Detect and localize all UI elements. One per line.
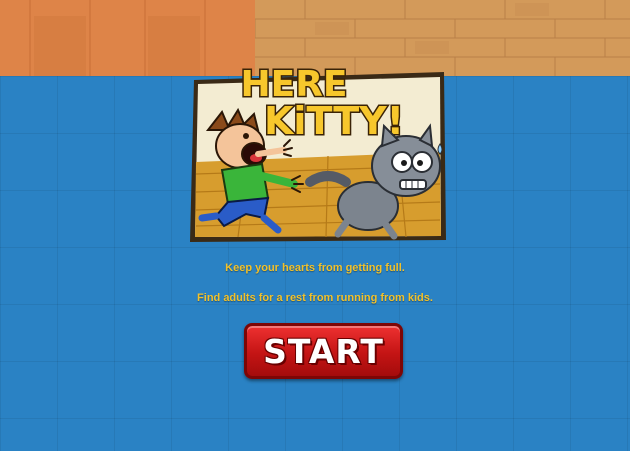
game-screen: HERE KiTTY! Keep your hearts from gettin… bbox=[0, 0, 630, 451]
start-button[interactable]: START bbox=[244, 323, 403, 379]
instruction-line-1: Keep your hearts from getting full. bbox=[225, 262, 405, 274]
instruction-line-2: Find adults for a rest from running from… bbox=[197, 292, 433, 304]
title-card: HERE KiTTY! bbox=[188, 42, 450, 247]
start-button-label: START bbox=[263, 331, 384, 371]
